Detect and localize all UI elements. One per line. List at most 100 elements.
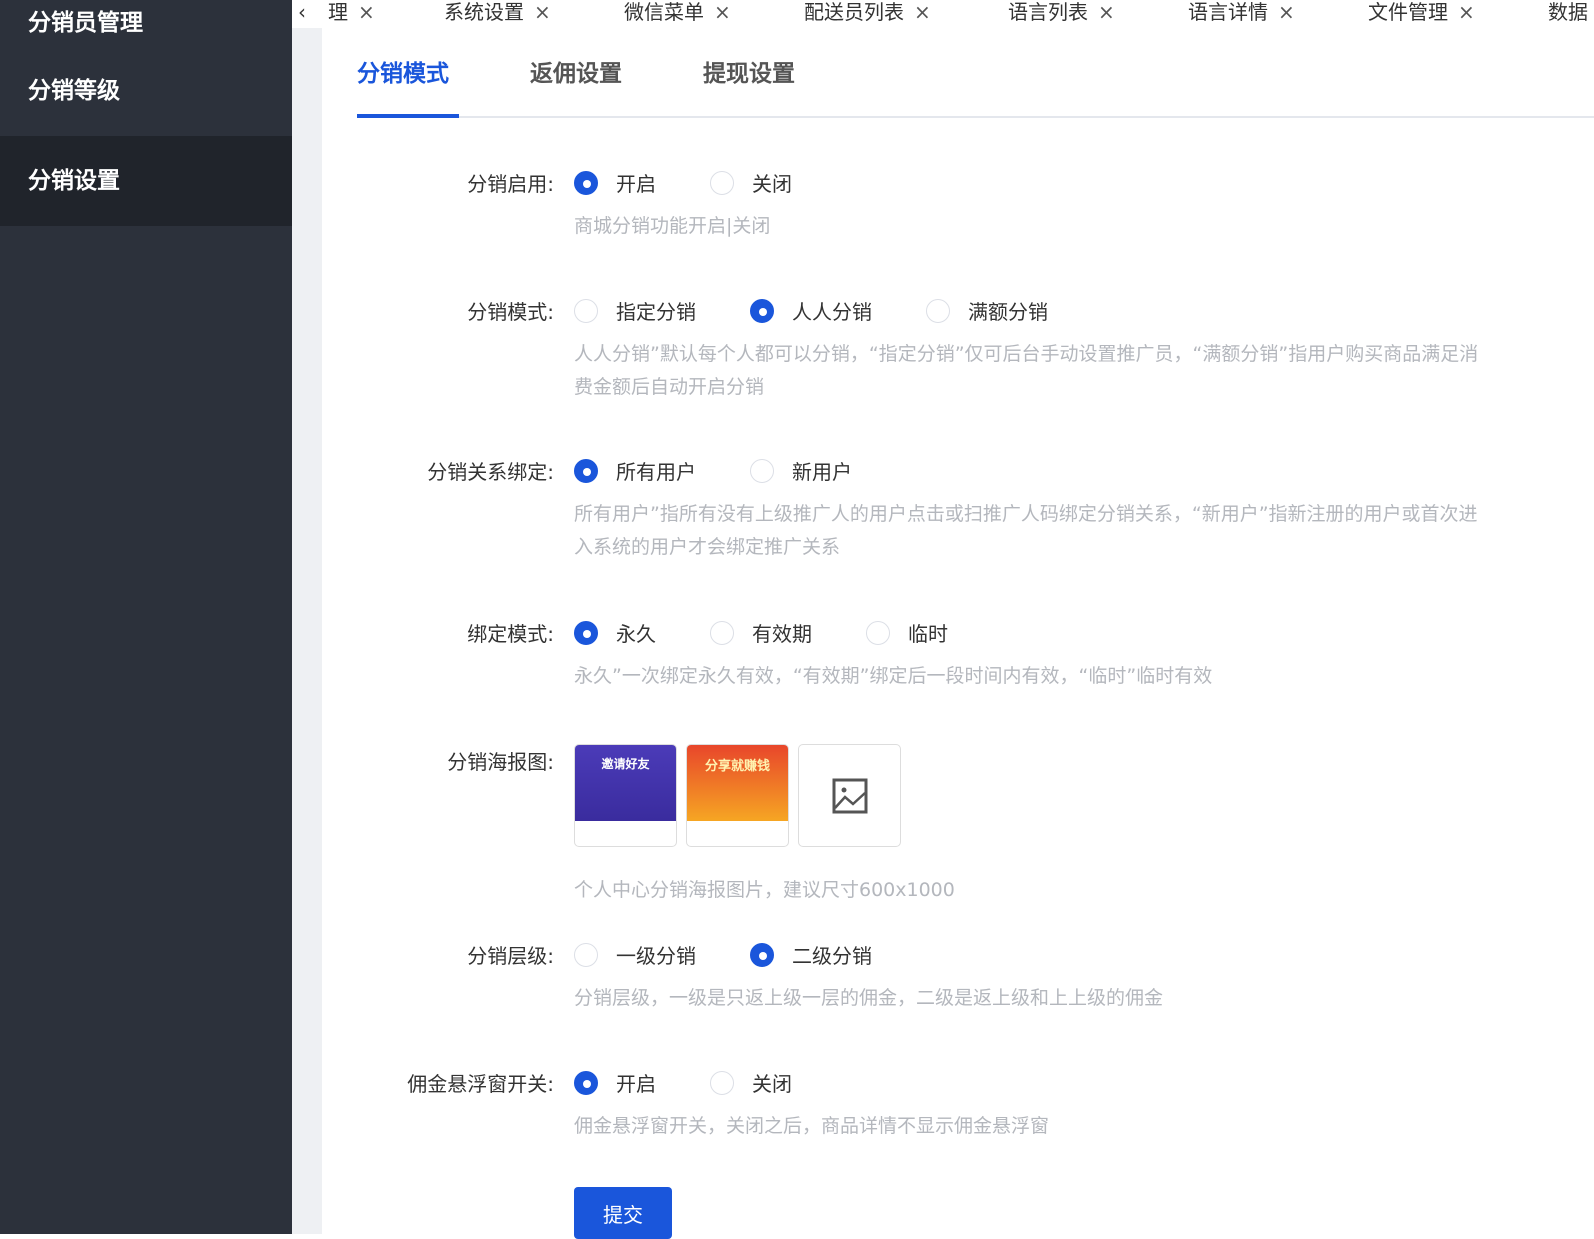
field-hint: 永久”一次绑定永久有效，“有效期”绑定后一段时间内有效，“临时”临时有效 [574, 665, 1213, 687]
tag[interactable]: 数据 [1548, 0, 1588, 24]
field-label: 分销模式: [467, 300, 554, 324]
close-icon[interactable]: × [914, 0, 931, 24]
image-icon [832, 778, 867, 813]
radio-icon [750, 942, 774, 967]
field-hint: 分销层级，一级是只返上级一层的佣金，二级是返上级和上上级的佣金 [574, 987, 1164, 1009]
radio-binding-all[interactable]: 所有用户 [574, 456, 696, 485]
tag-label: 数据 [1548, 0, 1588, 24]
tag[interactable]: 语言列表 × [1008, 0, 1115, 24]
radio-label: 永久 [616, 622, 656, 646]
sidebar-item-distribution-settings[interactable]: 分销设置 [0, 136, 292, 226]
tag-label: 配送员列表 [804, 0, 904, 24]
radio-label: 人人分销 [792, 300, 872, 324]
tag[interactable]: 理 × [328, 0, 375, 24]
radio-icon [750, 458, 774, 483]
radio-label: 二级分销 [792, 944, 872, 968]
radio-bind-permanent[interactable]: 永久 [574, 618, 656, 647]
tab-distribution-mode[interactable]: 分销模式 [357, 54, 449, 88]
field-hint: 个人中心分销海报图片，建议尺寸600x1000 [574, 879, 955, 901]
radio-label: 指定分销 [616, 300, 696, 324]
tag-label: 理 [328, 0, 348, 24]
tag[interactable]: 系统设置 × [444, 0, 551, 24]
tags-bar: ‹ 理 × 系统设置 × 微信菜单 × 配送员列表 × 语言列表 × 语言详情 × 文件管理… [292, 0, 1594, 28]
radio-binding-new[interactable]: 新用户 [750, 456, 852, 485]
radio-icon [866, 620, 890, 645]
radio-label: 新用户 [792, 460, 852, 484]
poster-image-share[interactable]: 分享就赚钱 [686, 744, 789, 847]
radio-label: 一级分销 [616, 944, 696, 968]
poster-image-invite[interactable]: 邀请好友 [574, 744, 677, 847]
tag[interactable]: 微信菜单 × [624, 0, 731, 24]
radio-icon [574, 1070, 598, 1095]
sidebar: 分销员管理 分销等级 分销设置 [0, 0, 292, 1234]
close-icon[interactable]: × [1098, 0, 1115, 24]
radio-label: 临时 [908, 622, 948, 646]
sidebar-item-distributor-management[interactable]: 分销员管理 [0, 0, 292, 46]
close-icon[interactable]: × [1458, 0, 1475, 24]
radio-bind-temporary[interactable]: 临时 [866, 618, 948, 647]
field-label: 佣金悬浮窗开关: [407, 1072, 554, 1096]
radio-icon [574, 170, 598, 195]
field-label: 分销层级: [467, 944, 554, 968]
tag[interactable]: 语言详情 × [1188, 0, 1295, 24]
content-gutter [292, 28, 322, 1234]
settings-tabs: 分销模式 返佣设置 提现设置 [357, 28, 1594, 118]
tag-label: 语言列表 [1008, 0, 1088, 24]
sidebar-item-distribution-level[interactable]: 分销等级 [0, 46, 292, 136]
radio-bind-period[interactable]: 有效期 [710, 618, 812, 647]
field-hint: 费金额后自动开启分销 [574, 376, 765, 398]
radio-label: 所有用户 [616, 460, 696, 484]
field-hint: 所有用户”指所有没有上级推广人的用户点击或扫推广人码绑定分销关系，“新用户”指新… [574, 503, 1478, 525]
field-label: 绑定模式: [467, 622, 554, 646]
submit-button[interactable]: 提交 [574, 1187, 672, 1239]
radio-float-on[interactable]: 开启 [574, 1068, 656, 1097]
tags-scroll-left-icon[interactable]: ‹ [298, 0, 306, 24]
close-icon[interactable]: × [358, 0, 375, 24]
radio-label: 开启 [616, 172, 656, 196]
field-label: 分销启用: [467, 172, 554, 196]
radio-icon [926, 298, 950, 323]
tag-label: 微信菜单 [624, 0, 704, 24]
tag[interactable]: 文件管理 × [1368, 0, 1475, 24]
radio-level-two[interactable]: 二级分销 [750, 940, 872, 969]
tag-label: 系统设置 [444, 0, 524, 24]
radio-mode-everyone[interactable]: 人人分销 [750, 296, 872, 325]
radio-icon [574, 620, 598, 645]
active-tab-indicator [357, 114, 459, 118]
radio-level-one[interactable]: 一级分销 [574, 940, 696, 969]
close-icon[interactable]: × [534, 0, 551, 24]
radio-icon [750, 298, 774, 323]
radio-label: 关闭 [752, 172, 792, 196]
field-label: 分销海报图: [447, 750, 554, 774]
upload-image-button[interactable] [798, 744, 901, 847]
main-content: 分销模式 返佣设置 提现设置 分销启用: 开启 关闭 商城分销功能开启|关闭 分… [322, 28, 1594, 1239]
radio-mode-designated[interactable]: 指定分销 [574, 296, 696, 325]
field-hint: 入系统的用户才会绑定推广关系 [574, 536, 841, 558]
radio-icon [710, 1070, 734, 1095]
radio-enable-off[interactable]: 关闭 [710, 168, 792, 197]
poster-title: 分享就赚钱 [687, 745, 788, 821]
field-hint: 佣金悬浮窗开关，关闭之后，商品详情不显示佣金悬浮窗 [574, 1115, 1050, 1137]
poster-title: 邀请好友 [575, 745, 676, 821]
radio-icon [574, 458, 598, 483]
field-hint: 人人分销”默认每个人都可以分销，“指定分销”仅可后台手动设置推广员，“满额分销”… [574, 343, 1479, 365]
tag-label: 语言详情 [1188, 0, 1268, 24]
field-hint: 商城分销功能开启|关闭 [574, 215, 771, 237]
radio-icon [710, 170, 734, 195]
tab-commission-settings[interactable]: 返佣设置 [530, 54, 622, 88]
radio-label: 有效期 [752, 622, 812, 646]
field-label: 分销关系绑定: [427, 460, 554, 484]
radio-mode-threshold[interactable]: 满额分销 [926, 296, 1048, 325]
radio-icon [574, 942, 598, 967]
tab-withdrawal-settings[interactable]: 提现设置 [703, 54, 795, 88]
radio-label: 开启 [616, 1072, 656, 1096]
radio-icon [574, 298, 598, 323]
radio-float-off[interactable]: 关闭 [710, 1068, 792, 1097]
radio-label: 关闭 [752, 1072, 792, 1096]
radio-label: 满额分销 [968, 300, 1048, 324]
tag[interactable]: 配送员列表 × [804, 0, 931, 24]
close-icon[interactable]: × [714, 0, 731, 24]
radio-enable-on[interactable]: 开启 [574, 168, 656, 197]
close-icon[interactable]: × [1278, 0, 1295, 24]
radio-icon [710, 620, 734, 645]
